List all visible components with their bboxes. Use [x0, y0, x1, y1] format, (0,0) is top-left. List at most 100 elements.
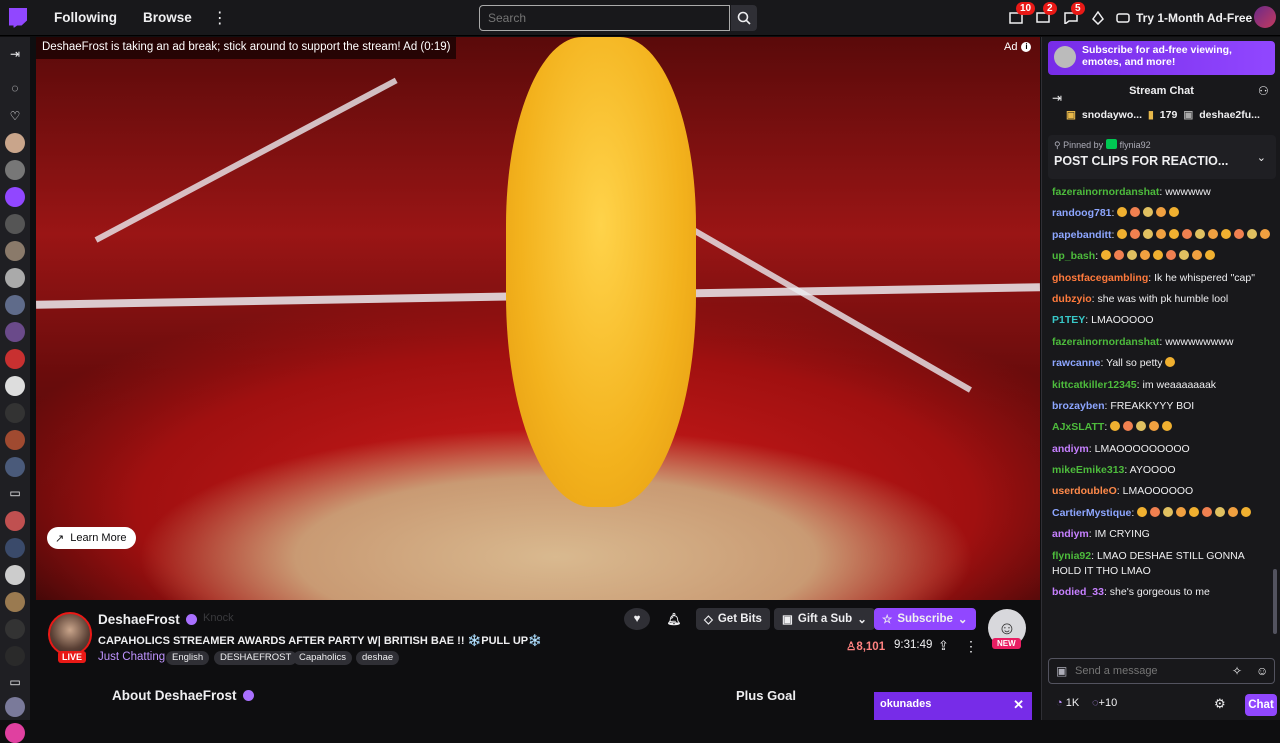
followed-channel-avatar[interactable] — [5, 723, 25, 743]
emote-icon[interactable] — [1166, 250, 1177, 261]
followed-channel-avatar[interactable] — [5, 187, 25, 207]
followed-channel-avatar[interactable] — [5, 565, 25, 585]
chat-username[interactable]: rawcanne — [1052, 357, 1100, 369]
following-link[interactable]: Following — [46, 10, 125, 25]
bits-button[interactable] — [1088, 8, 1108, 28]
knock-button[interactable]: Knock — [203, 612, 234, 624]
emote-icon[interactable]: ☺ — [1256, 664, 1268, 678]
chat-username[interactable]: flynia92 — [1052, 550, 1091, 562]
followed-channel-avatar[interactable] — [5, 160, 25, 180]
emote-icon[interactable] — [1215, 506, 1226, 517]
tag-english[interactable]: English — [166, 651, 210, 665]
chat-send-button[interactable]: Chat — [1245, 694, 1277, 716]
emote-icon[interactable] — [1153, 250, 1164, 261]
ad-free-button[interactable]: Try 1-Month Ad-Free — [1116, 7, 1252, 29]
chat-username[interactable]: ghostfacegambling — [1052, 272, 1148, 284]
notifications-button[interactable]: 5 — [1061, 2, 1085, 28]
followed-heart-icon[interactable]: ♡ — [6, 107, 24, 125]
get-bits-button[interactable]: ◇ Get Bits — [696, 608, 770, 630]
chat-username[interactable]: randoog781 — [1052, 207, 1112, 219]
emote-icon[interactable] — [1260, 228, 1271, 239]
emote-icon[interactable] — [1130, 228, 1141, 239]
emote-icon[interactable] — [1169, 228, 1180, 239]
followed-channel-avatar[interactable] — [5, 457, 25, 477]
chevron-down-icon[interactable]: ⌄ — [1257, 151, 1266, 164]
followed-channel-avatar[interactable] — [5, 241, 25, 261]
recommended-icon[interactable]: ◌ — [6, 79, 24, 97]
emote-icon[interactable] — [1179, 250, 1190, 261]
chat-username[interactable]: andiym — [1052, 528, 1089, 540]
emote-icon[interactable] — [1192, 250, 1203, 261]
chat-scrollbar[interactable] — [1273, 569, 1277, 634]
emote-icon[interactable] — [1101, 250, 1112, 261]
emote-icon[interactable] — [1140, 250, 1151, 261]
emote-icon[interactable] — [1247, 228, 1258, 239]
twitch-logo-icon[interactable] — [0, 0, 36, 36]
channel-avatar[interactable] — [48, 612, 92, 656]
emote-icon[interactable] — [1117, 207, 1128, 218]
learn-more-button[interactable]: ↗ Learn More — [47, 527, 137, 549]
gift-sub-button[interactable]: ▣ Gift a Sub ⌄ — [774, 608, 875, 630]
followed-channel-avatar[interactable] — [5, 430, 25, 450]
video-camera-icon[interactable]: ▭ — [6, 673, 24, 691]
video-player[interactable] — [36, 37, 1040, 600]
browse-link[interactable]: Browse — [135, 10, 200, 25]
pinned-message[interactable]: ⚲ Pinned by flynia92 POST CLIPS FOR REAC… — [1048, 135, 1276, 179]
chat-username[interactable]: mikeEmike313 — [1052, 464, 1124, 476]
chat-username[interactable]: CartierMystique — [1052, 507, 1131, 519]
emote-icon[interactable] — [1205, 250, 1216, 261]
followed-channel-avatar[interactable] — [5, 349, 25, 369]
emote-icon[interactable] — [1117, 228, 1128, 239]
followed-channel-avatar[interactable] — [5, 511, 25, 531]
inbox-button[interactable]: 10 — [1006, 2, 1036, 28]
community-icon[interactable]: ⚇ — [1258, 84, 1269, 98]
emote-icon[interactable] — [1195, 228, 1206, 239]
search-button[interactable] — [731, 5, 757, 31]
emote-icon[interactable] — [1202, 506, 1213, 517]
followed-channel-avatar[interactable] — [5, 538, 25, 558]
tag-deshaefrost[interactable]: DESHAEFROST — [214, 651, 298, 665]
chat-username[interactable]: dubzyio — [1052, 293, 1092, 305]
emote-icon[interactable] — [1176, 506, 1187, 517]
emote-icon[interactable] — [1114, 250, 1125, 261]
expand-sidebar-icon[interactable]: ⇥ — [6, 45, 24, 63]
badge-selector-icon[interactable]: ▣ — [1056, 664, 1067, 678]
followed-channel-avatar[interactable] — [5, 295, 25, 315]
chat-username[interactable]: papebanditt — [1052, 229, 1112, 241]
emote-icon[interactable] — [1163, 506, 1174, 517]
follow-heart-button[interactable]: ♥ — [624, 608, 650, 630]
ad-label[interactable]: Ad i — [1004, 41, 1032, 53]
emote-icon[interactable] — [1127, 250, 1138, 261]
followed-channel-avatar[interactable] — [5, 214, 25, 234]
followed-channel-avatar[interactable] — [5, 403, 25, 423]
video-camera-icon[interactable]: ▭ — [6, 484, 24, 502]
more-options-icon[interactable]: ⋮ — [964, 638, 978, 655]
followed-channel-avatar[interactable] — [5, 592, 25, 612]
emote-icon[interactable] — [1137, 506, 1148, 517]
chat-username[interactable]: kittcatkiller12345 — [1052, 379, 1137, 391]
emote-icon[interactable] — [1228, 506, 1239, 517]
emote-icon[interactable] — [1130, 207, 1141, 218]
followed-channel-avatar[interactable] — [5, 646, 25, 666]
tag-deshae[interactable]: deshae — [356, 651, 400, 665]
followed-channel-avatar[interactable] — [5, 133, 25, 153]
chat-username[interactable]: bodied_33 — [1052, 586, 1104, 598]
tag-capaholics[interactable]: Capaholics — [293, 651, 352, 665]
emote-icon[interactable] — [1189, 506, 1200, 517]
chat-username[interactable]: AJxSLATT — [1052, 421, 1104, 433]
emote-icon[interactable] — [1123, 421, 1134, 432]
emote-icon[interactable] — [1110, 421, 1121, 432]
ad-free-promo[interactable]: Subscribe for ad-free viewing, emotes, a… — [1048, 41, 1275, 75]
followed-channel-avatar[interactable] — [5, 697, 25, 717]
gifter-name[interactable]: snodaywo... — [1082, 109, 1142, 121]
share-icon[interactable]: ⇪ — [938, 638, 949, 654]
emote-icon[interactable] — [1165, 357, 1176, 368]
more-menu-icon[interactable]: ⋮ — [212, 8, 228, 28]
chat-username[interactable]: andiym — [1052, 443, 1089, 455]
emote-icon[interactable] — [1241, 506, 1252, 517]
bits-balance[interactable]: ◌+10 — [1092, 697, 1117, 709]
chat-username[interactable]: fazerainornordanshat — [1052, 186, 1159, 198]
subscribe-button[interactable]: ☆ Subscribe ⌄ — [874, 608, 976, 630]
category-link[interactable]: Just Chatting — [98, 651, 165, 663]
emote-icon[interactable] — [1221, 228, 1232, 239]
